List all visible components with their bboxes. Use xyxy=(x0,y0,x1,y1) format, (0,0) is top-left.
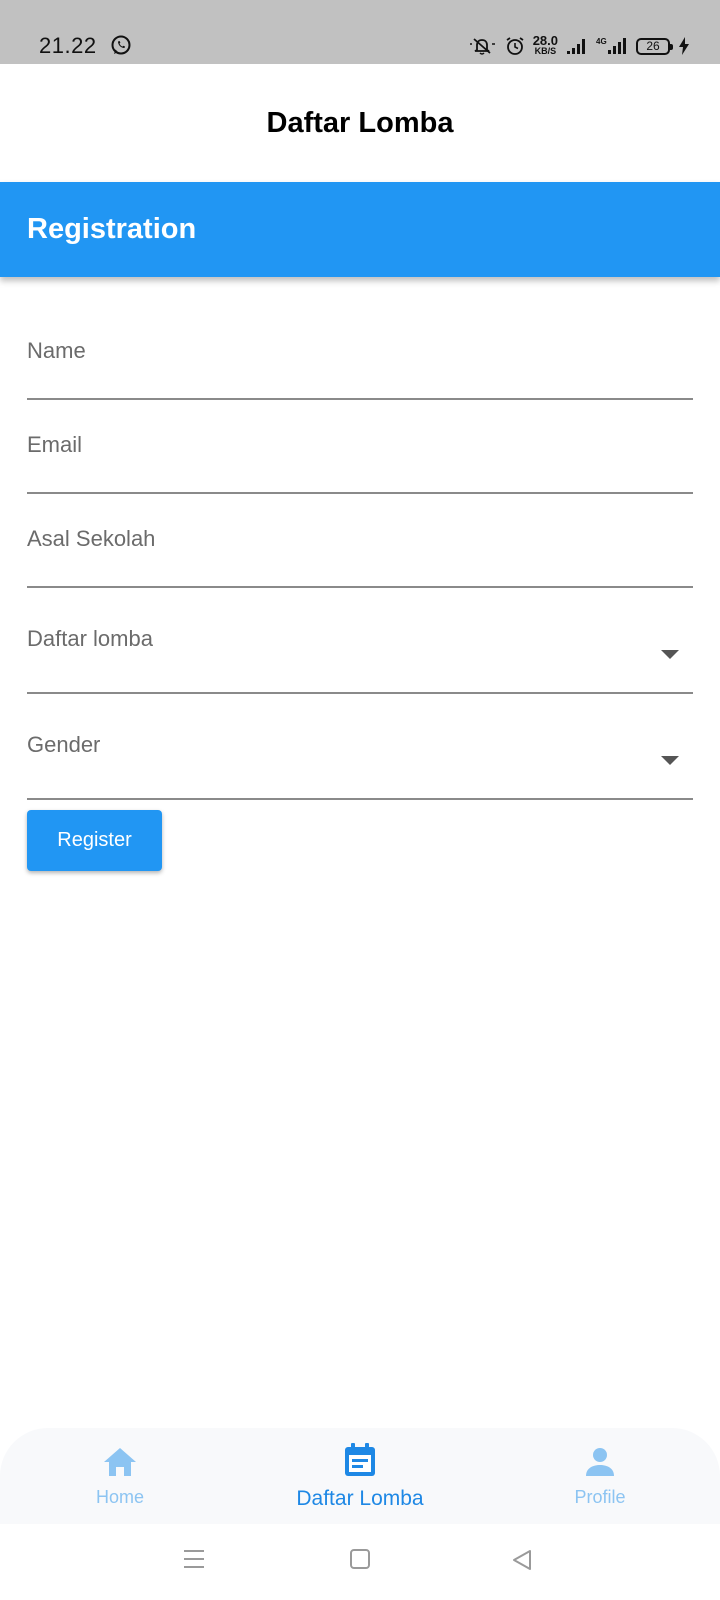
registration-title: Registration xyxy=(27,213,197,245)
school-field-label: Asal Sekolah xyxy=(27,526,156,551)
register-button[interactable]: Register xyxy=(27,810,162,871)
signal-icon xyxy=(566,37,588,55)
person-icon xyxy=(583,1446,617,1483)
battery-level: 26 xyxy=(646,39,660,53)
gender-dropdown[interactable]: Gender xyxy=(27,718,693,800)
dropdown-arrow-icon xyxy=(661,756,679,765)
back-icon[interactable] xyxy=(510,1548,534,1577)
app-bar: Daftar Lomba xyxy=(0,64,720,182)
network-speed-value: 28.0 xyxy=(532,33,558,48)
name-field-label: Name xyxy=(27,338,86,363)
gender-dropdown-label: Gender xyxy=(27,732,101,757)
home-icon xyxy=(102,1446,138,1483)
nav-label-daftar-lomba: Daftar Lomba xyxy=(296,1487,424,1510)
email-field-label: Email xyxy=(27,432,83,457)
page-title: Daftar Lomba xyxy=(266,106,454,139)
competition-dropdown-label: Daftar lomba xyxy=(27,626,153,651)
mute-icon xyxy=(469,36,497,56)
name-field[interactable]: Name xyxy=(27,326,693,400)
home-button-icon[interactable] xyxy=(349,1548,371,1575)
menu-icon[interactable] xyxy=(182,1548,206,1575)
status-bar: 21.22 28.0 KB/S 4G 26 xyxy=(0,0,720,64)
signal-4g-icon: 4G xyxy=(596,36,628,56)
registration-header: Registration xyxy=(0,182,720,277)
school-field[interactable]: Asal Sekolah xyxy=(27,514,693,588)
whatsapp-icon xyxy=(110,34,132,56)
alarm-icon xyxy=(505,36,525,56)
calendar-icon xyxy=(343,1442,377,1483)
nav-item-daftar-lomba[interactable]: Daftar Lomba xyxy=(280,1428,440,1524)
network-speed: 28.0 KB/S xyxy=(532,33,558,56)
nav-item-profile[interactable]: Profile xyxy=(550,1428,650,1524)
nav-label-home: Home xyxy=(95,1487,144,1507)
dropdown-arrow-icon xyxy=(661,650,679,659)
status-icons: 28.0 KB/S 4G 26 xyxy=(469,34,690,58)
competition-dropdown[interactable]: Daftar lomba xyxy=(27,612,693,694)
nav-item-home[interactable]: Home xyxy=(70,1428,170,1524)
battery-icon: 26 xyxy=(636,37,673,55)
bottom-navigation: Home Daftar Lomba Profile xyxy=(0,1428,720,1524)
svg-text:4G: 4G xyxy=(596,37,607,46)
nav-label-profile: Profile xyxy=(574,1487,626,1507)
email-field[interactable]: Email xyxy=(27,420,693,494)
charging-icon xyxy=(678,37,690,55)
status-time: 21.22 xyxy=(39,33,97,58)
system-navigation-bar xyxy=(0,1524,720,1600)
network-speed-unit: KB/S xyxy=(534,46,557,56)
